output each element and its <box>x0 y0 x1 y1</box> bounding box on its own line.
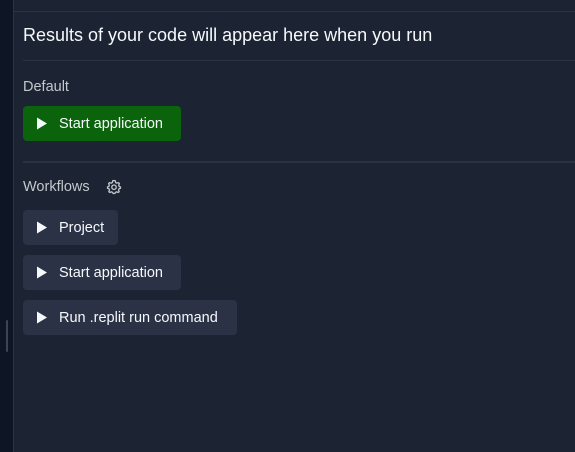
workflow-item-label: Project <box>59 219 105 236</box>
start-application-button[interactable]: Start application <box>23 106 181 141</box>
top-divider <box>14 11 575 12</box>
play-icon <box>37 266 47 279</box>
default-section-label: Default <box>23 79 69 95</box>
console-panel: Results of your code will appear here wh… <box>14 0 575 452</box>
left-edge-strip <box>0 0 14 452</box>
run-panel: Results of your code will appear here wh… <box>0 0 575 452</box>
play-icon <box>37 221 47 234</box>
workflows-section-label: Workflows <box>23 179 90 195</box>
play-icon <box>37 117 47 130</box>
workflow-project-button[interactable]: Project <box>23 210 118 245</box>
results-placeholder-message: Results of your code will appear here wh… <box>23 25 433 45</box>
gear-icon[interactable] <box>106 179 122 195</box>
start-application-label: Start application <box>59 115 163 132</box>
resize-handle[interactable] <box>6 320 8 352</box>
section-divider <box>23 161 575 163</box>
section-divider <box>23 60 575 61</box>
workflow-start-application-button[interactable]: Start application <box>23 255 181 290</box>
workflow-item-label: Run .replit run command <box>59 309 218 326</box>
workflow-run-replit-command-button[interactable]: Run .replit run command <box>23 300 237 335</box>
workflow-item-label: Start application <box>59 264 163 281</box>
play-icon <box>37 311 47 324</box>
